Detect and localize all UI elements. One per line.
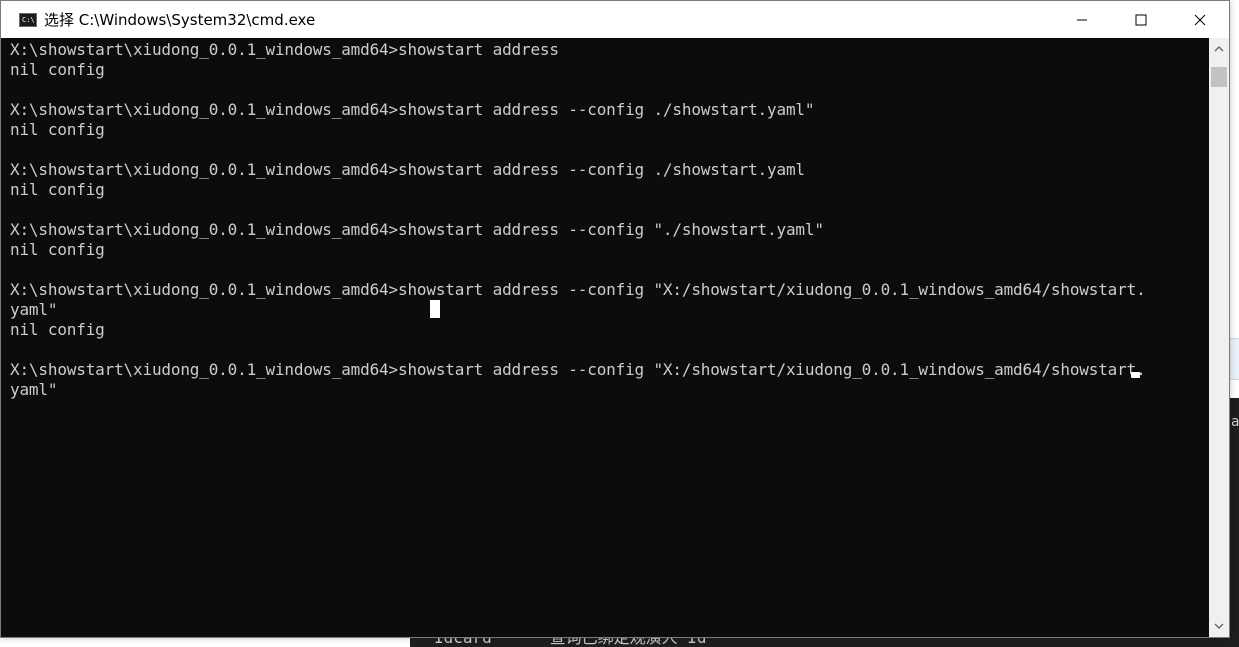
cmd-app-icon[interactable] bbox=[19, 12, 37, 27]
window-controls bbox=[1052, 1, 1229, 38]
close-icon bbox=[1194, 14, 1205, 25]
console-line: X:\showstart\xiudong_0.0.1_windows_amd64… bbox=[10, 360, 1146, 379]
console-line: yaml" bbox=[10, 300, 58, 319]
console-line: X:\showstart\xiudong_0.0.1_windows_amd64… bbox=[10, 40, 559, 59]
console-line: X:\showstart\xiudong_0.0.1_windows_amd64… bbox=[10, 160, 805, 179]
maximize-button[interactable] bbox=[1111, 1, 1170, 38]
scroll-thumb[interactable] bbox=[1211, 67, 1227, 87]
console-line: nil config bbox=[10, 180, 105, 199]
console-line: nil config bbox=[10, 240, 105, 259]
maximize-icon bbox=[1135, 14, 1146, 25]
console-line: nil config bbox=[10, 120, 105, 139]
mouse-pointer-marker bbox=[1131, 372, 1140, 378]
cmd-window: 选择 C:\Windows\System32\cmd.exe X:\shows bbox=[0, 0, 1230, 638]
scroll-up-button[interactable] bbox=[1209, 40, 1229, 58]
console-line: X:\showstart\xiudong_0.0.1_windows_amd64… bbox=[10, 280, 1146, 299]
console-line: yaml" bbox=[10, 380, 58, 399]
minimize-button[interactable] bbox=[1052, 1, 1111, 38]
close-button[interactable] bbox=[1170, 1, 1229, 38]
console-line: X:\showstart\xiudong_0.0.1_windows_amd64… bbox=[10, 100, 815, 119]
vertical-scrollbar[interactable] bbox=[1209, 38, 1229, 637]
title-bar[interactable]: 选择 C:\Windows\System32\cmd.exe bbox=[1, 1, 1229, 38]
console-output[interactable]: X:\showstart\xiudong_0.0.1_windows_amd64… bbox=[2, 38, 1209, 637]
chevron-down-icon bbox=[1214, 623, 1224, 629]
background-window-edge bbox=[1230, 338, 1239, 380]
minimize-icon bbox=[1076, 19, 1087, 20]
chevron-up-icon bbox=[1214, 46, 1224, 52]
scroll-down-button[interactable] bbox=[1209, 617, 1229, 635]
text-cursor bbox=[430, 300, 440, 318]
console-line: nil config bbox=[10, 320, 105, 339]
console-line: X:\showstart\xiudong_0.0.1_windows_amd64… bbox=[10, 220, 824, 239]
background-window-glyph: a bbox=[1231, 414, 1239, 430]
window-title: 选择 C:\Windows\System32\cmd.exe bbox=[44, 11, 316, 29]
console-line: nil config bbox=[10, 60, 105, 79]
